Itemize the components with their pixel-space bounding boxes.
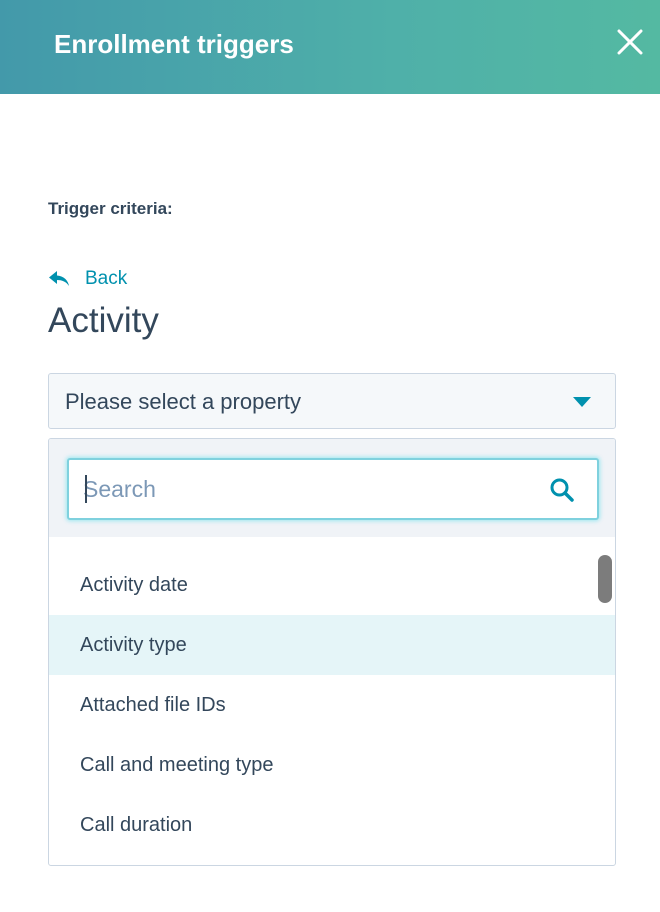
option-label: Call duration [80,814,193,836]
back-link-label: Back [85,268,128,289]
panel-header: Enrollment triggers [0,0,660,94]
text-cursor [85,475,87,503]
option-label: Attached file IDs [80,694,226,716]
list-item[interactable]: Attached file IDs [49,675,615,735]
list-item[interactable]: Activity type [49,615,615,675]
search-field[interactable] [67,458,599,520]
section-title: Activity [48,301,159,340]
list-item[interactable]: Call duration [49,795,615,855]
caret-down-icon [573,397,591,407]
dropdown-search-area [49,439,615,537]
option-label: Activity date [80,574,188,596]
list-item[interactable]: Activity date [49,555,615,615]
property-select[interactable]: Please select a property [48,373,616,429]
list-item[interactable]: Call and meeting type [49,735,615,795]
property-select-value: Please select a property [65,389,302,414]
close-icon [617,29,643,55]
scrollbar-thumb[interactable] [598,555,612,603]
options-list: Activity date Activity type Attached fil… [49,555,615,855]
enrollment-triggers-panel: Enrollment triggers Trigger criteria: Ba… [0,0,660,912]
option-label: Call and meeting type [80,754,274,776]
search-input[interactable] [83,472,523,506]
option-label: Activity type [80,634,187,656]
panel-title: Enrollment triggers [54,29,294,59]
back-link[interactable]: Back [48,266,127,292]
search-icon[interactable] [549,477,575,503]
close-button[interactable] [612,24,648,60]
property-dropdown: Activity date Activity type Attached fil… [48,438,616,866]
trigger-criteria-label: Trigger criteria: [48,199,173,218]
back-arrow-icon [49,271,69,286]
